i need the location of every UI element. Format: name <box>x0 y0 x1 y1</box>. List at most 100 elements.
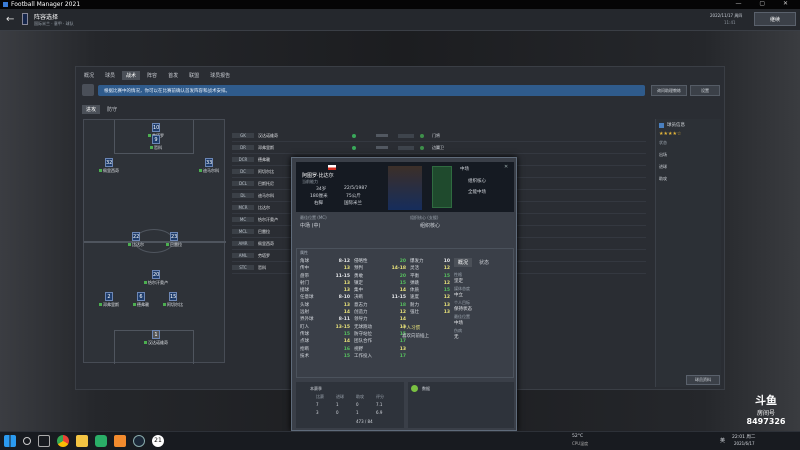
taskview-icon[interactable] <box>38 435 50 447</box>
side-info-value: 无 <box>454 335 459 340</box>
tab-tactics[interactable]: 战术 <box>122 71 141 80</box>
table-row[interactable]: GK 汉达诺维奇 门将 <box>232 130 646 142</box>
status-icon <box>420 145 424 150</box>
attribute-name: 领导力 <box>354 317 368 323</box>
wechat-icon[interactable] <box>95 435 107 447</box>
subtab-defend[interactable]: 防守 <box>103 105 121 114</box>
attribute-value: 20 <box>399 273 406 279</box>
tab-players[interactable]: 球员 <box>101 71 119 80</box>
attribute-row: 抢断 16 <box>300 346 350 353</box>
stats-row: 7 1 0 7.1 <box>316 402 396 407</box>
clock-date[interactable]: 2021/6/17 <box>734 441 755 446</box>
form-icon <box>411 385 418 392</box>
attribute-value: 15 <box>343 353 350 359</box>
settings-button[interactable]: 设置 <box>690 85 720 96</box>
pitch-player-9[interactable]: 9 哲科 <box>139 135 173 151</box>
attribute-value: 13 <box>343 288 350 294</box>
attribute-value: 20 <box>399 259 406 264</box>
stream-watermark: 斗鱼 房间号 8497326 <box>740 392 792 426</box>
attribute-name: 团队合作 <box>354 339 372 345</box>
stat-item: 助攻 <box>659 176 667 181</box>
attribute-row: 团队合作 17 <box>354 338 406 345</box>
tab-squad[interactable]: 阵容 <box>143 71 161 80</box>
attribute-row: 侵略性 20 <box>354 258 406 265</box>
attribute-name: 爆发力 <box>410 259 424 264</box>
attribute-value: 13 <box>443 302 450 308</box>
role-title: 组织核心 (支援) <box>410 215 439 220</box>
side-info-value: 中立 <box>454 293 463 298</box>
pitch-player-2[interactable]: 2 邓弗里斯 <box>92 292 126 308</box>
stats-header: 比赛 进球 助攻 评分 <box>316 394 396 400</box>
traits-title: 个人习惯 <box>402 326 420 331</box>
tab-lineup[interactable]: 首发 <box>164 71 182 80</box>
table-row[interactable]: DR 邓弗里斯 边翼卫 <box>232 142 646 154</box>
player-profile-button[interactable]: 球员资料 <box>686 375 720 385</box>
attribute-row: 界外球 8-11 <box>300 316 350 323</box>
pitch-player-33[interactable]: 33 迪马尔科 <box>192 158 226 174</box>
attribute-name: 镇定 <box>354 280 363 286</box>
stat-cell: 6.9 <box>376 410 383 415</box>
attribute-row: 头球 13 <box>300 302 350 309</box>
attribute-value: 12 <box>399 310 406 316</box>
subtab-attack[interactable]: 进攻 <box>82 105 101 114</box>
best-position-label: 最佳位置 (MC) <box>300 215 327 220</box>
attribute-name: 意志力 <box>354 302 368 308</box>
pitch-player-22[interactable]: 22 比达尔 <box>119 232 153 248</box>
clock-time[interactable]: 22:01 周二 <box>732 434 755 440</box>
pitch-player-32[interactable]: 32 佩里西奇 <box>92 158 126 174</box>
attribute-row: 爆发力 10 <box>410 258 450 265</box>
attribute-value: 16 <box>343 346 350 352</box>
continue-button[interactable]: 继续 <box>754 12 796 26</box>
window-controls[interactable]: — ▢ ✕ <box>735 0 796 7</box>
stats-row: 3 0 1 6.9 <box>316 410 396 415</box>
side-tab-overview[interactable]: 概况 <box>454 258 473 267</box>
search-icon[interactable] <box>23 437 31 445</box>
player-name: 阿图罗·比达尔 <box>302 173 334 179</box>
attribute-row: 点球 14 <box>300 338 350 345</box>
chrome-icon[interactable] <box>57 435 69 447</box>
traits-value: 喜欢向前插上 <box>402 334 429 339</box>
attribute-name: 强壮 <box>410 310 419 316</box>
attribute-row: 创造力 12 <box>354 309 406 316</box>
side-info-value: 中场 <box>454 321 463 326</box>
attribute-value: 18 <box>399 302 406 308</box>
tab-overview[interactable]: 概况 <box>80 71 98 80</box>
tab-league[interactable]: 联盟 <box>185 71 203 80</box>
language-indicator[interactable]: 英 <box>720 437 725 444</box>
attribute-row: 意志力 18 <box>354 302 406 309</box>
attribute-name: 耐力 <box>410 302 419 308</box>
attribute-name: 预判 <box>354 266 363 272</box>
pitch-player-1[interactable]: 1 汉达诺维奇 <box>139 330 173 346</box>
attribute-value: 15 <box>399 280 406 286</box>
status-icon <box>420 133 424 138</box>
close-icon[interactable]: ✕ <box>504 164 508 170</box>
pitch-player-15[interactable]: 15 阿切尔比 <box>156 292 190 308</box>
attribute-row: 强壮 13 <box>410 309 450 316</box>
watermark-label: 房间号 <box>756 410 775 417</box>
windows-start-icon[interactable] <box>4 435 16 447</box>
ask-assistant-button[interactable]: 询问助理教练 <box>651 85 687 96</box>
role-cell[interactable]: 边翼卫 <box>432 145 468 151</box>
pitch-player-6[interactable]: 6 德弗赖 <box>124 292 158 308</box>
form-label: 数据 <box>422 386 430 391</box>
attribute-name: 体质 <box>410 288 419 294</box>
settings-label: 设置 <box>701 87 709 93</box>
tab-reports[interactable]: 球员报告 <box>206 71 234 80</box>
fitness-icon <box>352 145 356 150</box>
attribute-name: 速度 <box>410 295 419 301</box>
steam-icon[interactable] <box>133 435 145 447</box>
app-icon-orange[interactable] <box>114 435 126 447</box>
role-cell[interactable]: 门将 <box>432 133 468 139</box>
player-contract: 国际米兰 <box>344 201 362 206</box>
card-header: 阿图罗·比达尔 当前能力 34岁 22/5/1987 180厘米 75公斤 右脚… <box>296 162 514 212</box>
pitch-player-20[interactable]: 20 恰尔汗奥卢 <box>139 270 173 286</box>
fm21-icon[interactable]: 21 <box>152 435 164 447</box>
side-tab-status[interactable]: 状态 <box>475 258 493 267</box>
pitch-player-23[interactable]: 23 巴雷拉 <box>157 232 191 248</box>
back-arrow-icon[interactable]: ← <box>6 14 14 25</box>
attribute-value: 17 <box>399 353 406 359</box>
cpu-label: CPU温度 <box>572 441 589 446</box>
role-label: 组织核心 <box>468 179 486 184</box>
morale-indicator <box>398 133 414 138</box>
folder-icon[interactable] <box>76 435 88 447</box>
